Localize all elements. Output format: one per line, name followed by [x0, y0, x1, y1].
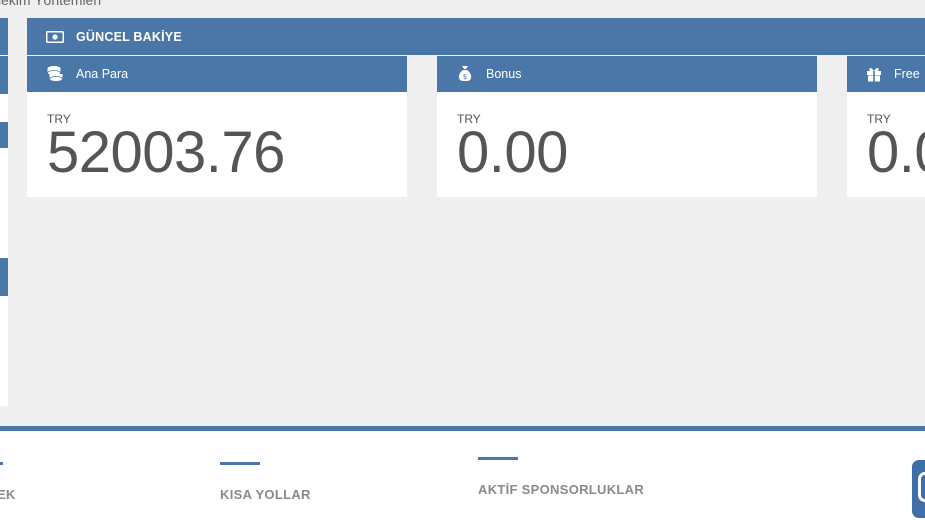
- balance-amount: 0.00: [457, 120, 568, 185]
- card-header: Ana Para: [27, 56, 407, 92]
- balance-amount: 52003.76: [47, 120, 285, 185]
- sidebar-tab[interactable]: [0, 18, 8, 55]
- footer-accent: [0, 462, 3, 465]
- card-header: $ Bonus: [437, 56, 817, 92]
- free-card: Free TRY 0.0: [847, 56, 925, 197]
- gift-icon: [866, 66, 882, 82]
- footer: EK KISA YOLLAR AKTİF SPONSORLUKLAR: [0, 431, 925, 520]
- card-title: Free: [894, 67, 920, 81]
- withdrawal-methods-heading: çekim Yöntemleri: [0, 0, 102, 8]
- card-header: Free: [847, 56, 925, 92]
- sidebar-tab[interactable]: [0, 56, 8, 94]
- banknote-icon: [46, 30, 64, 43]
- footer-section-title: EK: [0, 487, 16, 502]
- money-bag-icon: $: [456, 65, 474, 83]
- footer-accent: [220, 462, 260, 465]
- sidebar-tab[interactable]: [0, 258, 8, 296]
- balance-amount: 0.0: [867, 120, 925, 185]
- sidebar-tab[interactable]: [0, 122, 8, 148]
- page: çekim Yöntemleri GÜNCEL BAKİYE Ana Para …: [0, 0, 925, 520]
- sponsor-logo-icon[interactable]: [912, 460, 925, 518]
- balance-header: GÜNCEL BAKİYE: [27, 18, 925, 55]
- coins-icon: [46, 65, 64, 83]
- footer-accent: [478, 457, 518, 460]
- balance-title: GÜNCEL BAKİYE: [76, 29, 182, 44]
- bonus-card: $ Bonus TRY 0.00: [437, 56, 817, 197]
- left-sidebar: [0, 18, 8, 406]
- main-balance-card: Ana Para TRY 52003.76: [27, 56, 407, 197]
- card-title: Bonus: [486, 67, 522, 81]
- svg-text:$: $: [463, 73, 467, 81]
- card-title: Ana Para: [76, 67, 129, 81]
- footer-section-title: KISA YOLLAR: [220, 487, 311, 502]
- footer-section-title: AKTİF SPONSORLUKLAR: [478, 482, 645, 497]
